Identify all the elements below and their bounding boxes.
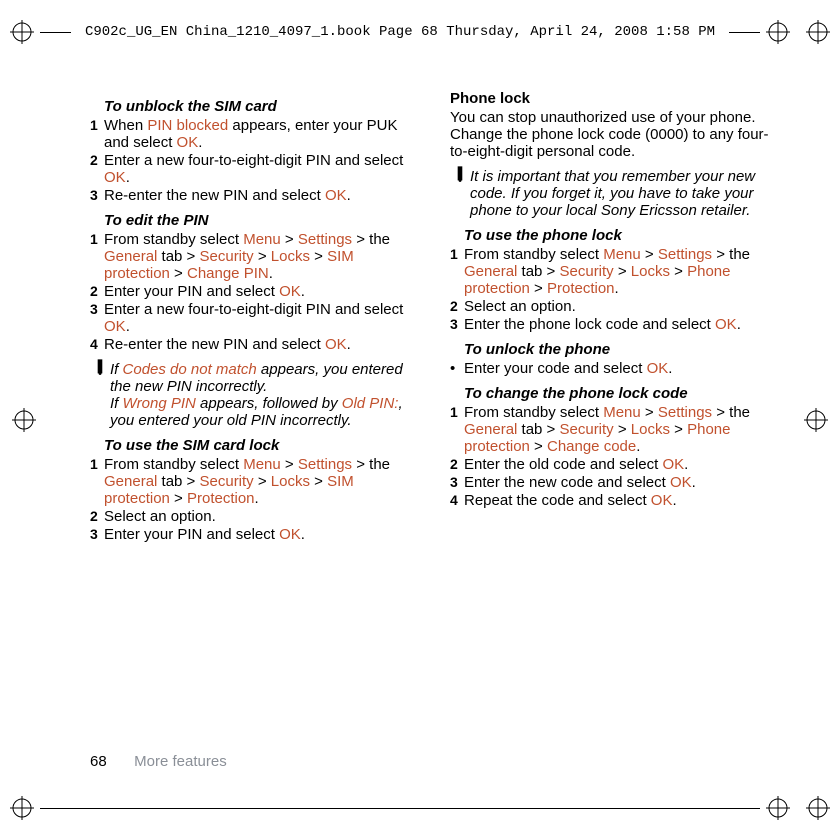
- step-text: Enter a new four-to-eight-digit PIN and …: [104, 152, 420, 186]
- warning-icon: ❚•: [90, 361, 110, 429]
- step-text: From standby select Menu > Settings > th…: [104, 456, 420, 507]
- step-text: Enter the new code and select OK.: [464, 474, 780, 491]
- step-number: 2: [450, 456, 464, 473]
- registration-mark-icon: [766, 20, 790, 44]
- paragraph: You can stop unauthorized use of your ph…: [450, 109, 780, 160]
- step-item: 2 Enter your PIN and select OK.: [90, 283, 420, 300]
- step-text: From standby select Menu > Settings > th…: [104, 231, 420, 282]
- step-item: 4 Re-enter the new PIN and select OK.: [90, 336, 420, 353]
- section-heading: To edit the PIN: [104, 212, 420, 229]
- registration-mark-icon: [804, 408, 828, 432]
- page-body: To unblock the SIM card 1 When PIN block…: [90, 90, 780, 750]
- step-text: Enter your PIN and select OK.: [104, 283, 420, 300]
- note-block: ❚• If Codes do not match appears, you en…: [90, 361, 420, 429]
- note-text: If Codes do not match appears, you enter…: [110, 361, 420, 429]
- step-item: 2 Enter the old code and select OK.: [450, 456, 780, 473]
- crop-bar-bottom: [0, 790, 840, 826]
- registration-mark-icon: [806, 796, 830, 820]
- section-heading: Phone lock: [450, 90, 780, 107]
- registration-mark-icon: [10, 796, 34, 820]
- warning-icon: ❚•: [450, 168, 470, 219]
- step-item: 2 Select an option.: [450, 298, 780, 315]
- registration-mark-icon: [806, 20, 830, 44]
- note-block: ❚• It is important that you remember you…: [450, 168, 780, 219]
- section-heading: To use the phone lock: [464, 227, 780, 244]
- step-text: Re-enter the new PIN and select OK.: [104, 187, 420, 204]
- step-number: 1: [90, 231, 104, 282]
- doc-meta-label: C902c_UG_EN China_1210_4097_1.book Page …: [77, 24, 723, 40]
- step-item: 3 Re-enter the new PIN and select OK.: [90, 187, 420, 204]
- step-text: Enter the old code and select OK.: [464, 456, 780, 473]
- step-text: Re-enter the new PIN and select OK.: [104, 336, 420, 353]
- step-item: 3 Enter a new four-to-eight-digit PIN an…: [90, 301, 420, 335]
- step-text: From standby select Menu > Settings > th…: [464, 246, 780, 297]
- note-text: It is important that you remember your n…: [470, 168, 780, 219]
- step-number: 1: [90, 117, 104, 151]
- step-number: 1: [90, 456, 104, 507]
- step-number: 4: [450, 492, 464, 509]
- registration-mark-icon: [766, 796, 790, 820]
- step-item: 2 Select an option.: [90, 508, 420, 525]
- step-number: 3: [90, 526, 104, 543]
- step-item: 1 From standby select Menu > Settings > …: [90, 456, 420, 507]
- column-right: Phone lock You can stop unauthorized use…: [450, 90, 780, 750]
- step-number: 2: [90, 283, 104, 300]
- bullet-item: Enter your code and select OK.: [450, 360, 780, 377]
- step-text: When PIN blocked appears, enter your PUK…: [104, 117, 420, 151]
- page-number: 68: [90, 753, 130, 770]
- step-item: 3 Enter your PIN and select OK.: [90, 526, 420, 543]
- section-heading: To unblock the SIM card: [104, 98, 420, 115]
- page-footer: 68 More features: [90, 753, 227, 770]
- section-heading: To unlock the phone: [464, 341, 780, 358]
- step-number: 1: [450, 246, 464, 297]
- step-text: Enter a new four-to-eight-digit PIN and …: [104, 301, 420, 335]
- footer-section-label: More features: [134, 753, 227, 770]
- step-text: Select an option.: [104, 508, 420, 525]
- column-left: To unblock the SIM card 1 When PIN block…: [90, 90, 420, 750]
- step-item: 2 Enter a new four-to-eight-digit PIN an…: [90, 152, 420, 186]
- step-number: 2: [90, 508, 104, 525]
- step-text: Enter your PIN and select OK.: [104, 526, 420, 543]
- bullet-text: Enter your code and select OK.: [464, 360, 780, 377]
- step-text: Repeat the code and select OK.: [464, 492, 780, 509]
- step-text: Enter the phone lock code and select OK.: [464, 316, 780, 333]
- registration-mark-icon: [12, 408, 36, 432]
- step-item: 3 Enter the phone lock code and select O…: [450, 316, 780, 333]
- step-number: 1: [450, 404, 464, 455]
- bullet-icon: [450, 360, 464, 377]
- registration-mark-icon: [10, 20, 34, 44]
- step-item: 1 From standby select Menu > Settings > …: [450, 246, 780, 297]
- step-item: 1 When PIN blocked appears, enter your P…: [90, 117, 420, 151]
- step-item: 4 Repeat the code and select OK.: [450, 492, 780, 509]
- step-text: From standby select Menu > Settings > th…: [464, 404, 780, 455]
- section-heading: To use the SIM card lock: [104, 437, 420, 454]
- section-heading: To change the phone lock code: [464, 385, 780, 402]
- step-number: 3: [90, 301, 104, 335]
- crop-bar-top: C902c_UG_EN China_1210_4097_1.book Page …: [0, 14, 840, 50]
- step-item: 3 Enter the new code and select OK.: [450, 474, 780, 491]
- step-number: 2: [90, 152, 104, 186]
- step-number: 3: [450, 316, 464, 333]
- step-item: 1 From standby select Menu > Settings > …: [90, 231, 420, 282]
- step-number: 3: [90, 187, 104, 204]
- step-number: 3: [450, 474, 464, 491]
- step-number: 4: [90, 336, 104, 353]
- step-text: Select an option.: [464, 298, 780, 315]
- step-item: 1 From standby select Menu > Settings > …: [450, 404, 780, 455]
- step-number: 2: [450, 298, 464, 315]
